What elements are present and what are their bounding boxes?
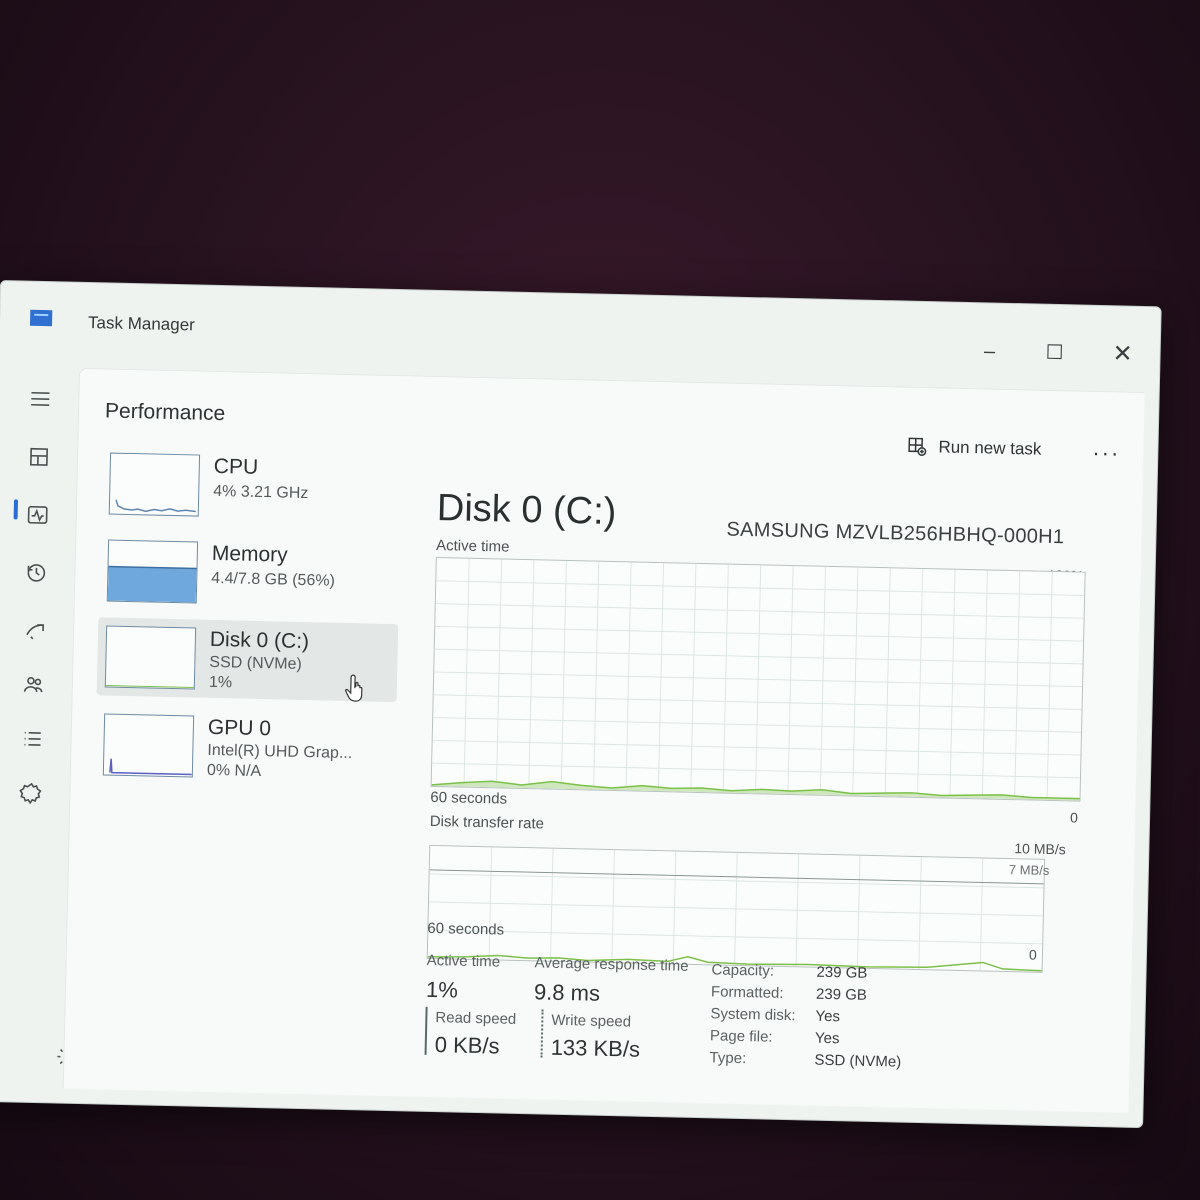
- device-model: Intel(R) UHD Grap...: [207, 741, 353, 763]
- users-icon[interactable]: [13, 664, 54, 705]
- services-icon[interactable]: [11, 772, 52, 813]
- active-time-graph: [430, 556, 1086, 802]
- active-time-window-label: 60 seconds: [430, 788, 508, 808]
- transfer-rate-marker-label: 7 MB/s: [1008, 862, 1050, 878]
- active-time-min-label: 0: [1069, 809, 1079, 826]
- capacity-label: Capacity:: [711, 961, 775, 980]
- performance-icon[interactable]: [17, 494, 58, 535]
- hand-cursor-icon: [345, 674, 363, 702]
- device-disk-0[interactable]: Disk 0 (C:) SSD (NVMe) 1%: [96, 617, 399, 703]
- device-name: Disk 0 (C:): [209, 627, 310, 654]
- window-title: Task Manager: [87, 313, 196, 335]
- page-file-value: Yes: [814, 1029, 840, 1048]
- close-button[interactable]: ✕: [1107, 340, 1138, 367]
- transfer-rate-max-label: 10 MB/s: [1014, 840, 1066, 858]
- device-stats: 4.4/7.8 GB (56%): [211, 569, 336, 590]
- processes-icon[interactable]: [19, 436, 60, 477]
- active-time-stat-label: Active time: [426, 951, 501, 971]
- type-label: Type:: [709, 1049, 747, 1068]
- device-stats: 0% N/A: [206, 761, 262, 781]
- page-file-label: Page file:: [709, 1027, 773, 1046]
- transfer-rate-window-label: 60 seconds: [427, 919, 505, 939]
- device-name: GPU 0: [207, 715, 272, 741]
- page-title: Performance: [104, 399, 226, 426]
- read-speed-value: 0 KB/s: [434, 1032, 500, 1059]
- avg-response-stat-label: Average response time: [534, 954, 689, 975]
- device-type: SSD (NVMe): [209, 653, 303, 673]
- more-options-button[interactable]: ···: [1092, 440, 1121, 467]
- cpu-thumbnail-graph: [108, 452, 201, 517]
- transfer-rate-graph: [426, 844, 1046, 973]
- run-new-task-button[interactable]: Run new task: [906, 436, 1042, 461]
- write-speed-value: 133 KB/s: [550, 1034, 641, 1062]
- formatted-value: 239 GB: [815, 985, 868, 1004]
- formatted-label: Formatted:: [710, 983, 784, 1002]
- write-speed-indicator: [540, 1009, 544, 1058]
- run-new-task-label: Run new task: [938, 437, 1042, 459]
- read-speed-indicator: [424, 1006, 428, 1055]
- device-cpu[interactable]: CPU 4% 3.21 GHz: [101, 444, 403, 529]
- active-time-graph-label: Active time: [435, 536, 510, 556]
- device-gpu-0[interactable]: GPU 0 Intel(R) UHD Grap... 0% N/A: [95, 705, 397, 790]
- performance-panel: Performance Run new task ··· CPU 4% 3.21…: [62, 367, 1145, 1113]
- type-value: SSD (NVMe): [814, 1051, 902, 1071]
- capacity-value: 239 GB: [816, 963, 868, 982]
- transfer-rate-graph-label: Disk transfer rate: [429, 812, 545, 833]
- avg-response-stat-value: 9.8 ms: [533, 979, 601, 1006]
- run-task-icon: [908, 437, 927, 456]
- device-memory[interactable]: Memory 4.4/7.8 GB (56%): [99, 531, 401, 616]
- task-manager-app-icon: [29, 309, 53, 327]
- disk-model: SAMSUNG MZVLB256HBHQ-000H1: [726, 518, 1065, 549]
- device-stats: 4% 3.21 GHz: [213, 482, 309, 503]
- details-icon[interactable]: [12, 718, 53, 759]
- disk-thumbnail-graph: [104, 625, 197, 690]
- system-disk-value: Yes: [815, 1007, 841, 1026]
- minimize-button[interactable]: –: [974, 339, 1005, 364]
- device-name: Memory: [211, 541, 288, 567]
- transfer-rate-min-label: 0: [1028, 946, 1037, 963]
- maximize-button[interactable]: ☐: [1039, 341, 1070, 366]
- gpu-thumbnail-graph: [102, 713, 195, 778]
- device-usage: 1%: [208, 673, 233, 692]
- memory-thumbnail-graph: [106, 539, 199, 604]
- disk-title: Disk 0 (C:): [436, 486, 617, 534]
- task-manager-window: Task Manager – ☐ ✕ Performance Run new t…: [0, 280, 1162, 1129]
- system-disk-label: System disk:: [710, 1005, 796, 1025]
- startup-apps-icon[interactable]: [15, 610, 56, 651]
- read-speed-label: Read speed: [435, 1009, 517, 1028]
- active-time-stat-value: 1%: [425, 976, 459, 1003]
- app-history-icon[interactable]: [16, 552, 57, 593]
- menu-icon[interactable]: [20, 378, 61, 419]
- write-speed-label: Write speed: [551, 1011, 632, 1031]
- device-name: CPU: [213, 454, 259, 479]
